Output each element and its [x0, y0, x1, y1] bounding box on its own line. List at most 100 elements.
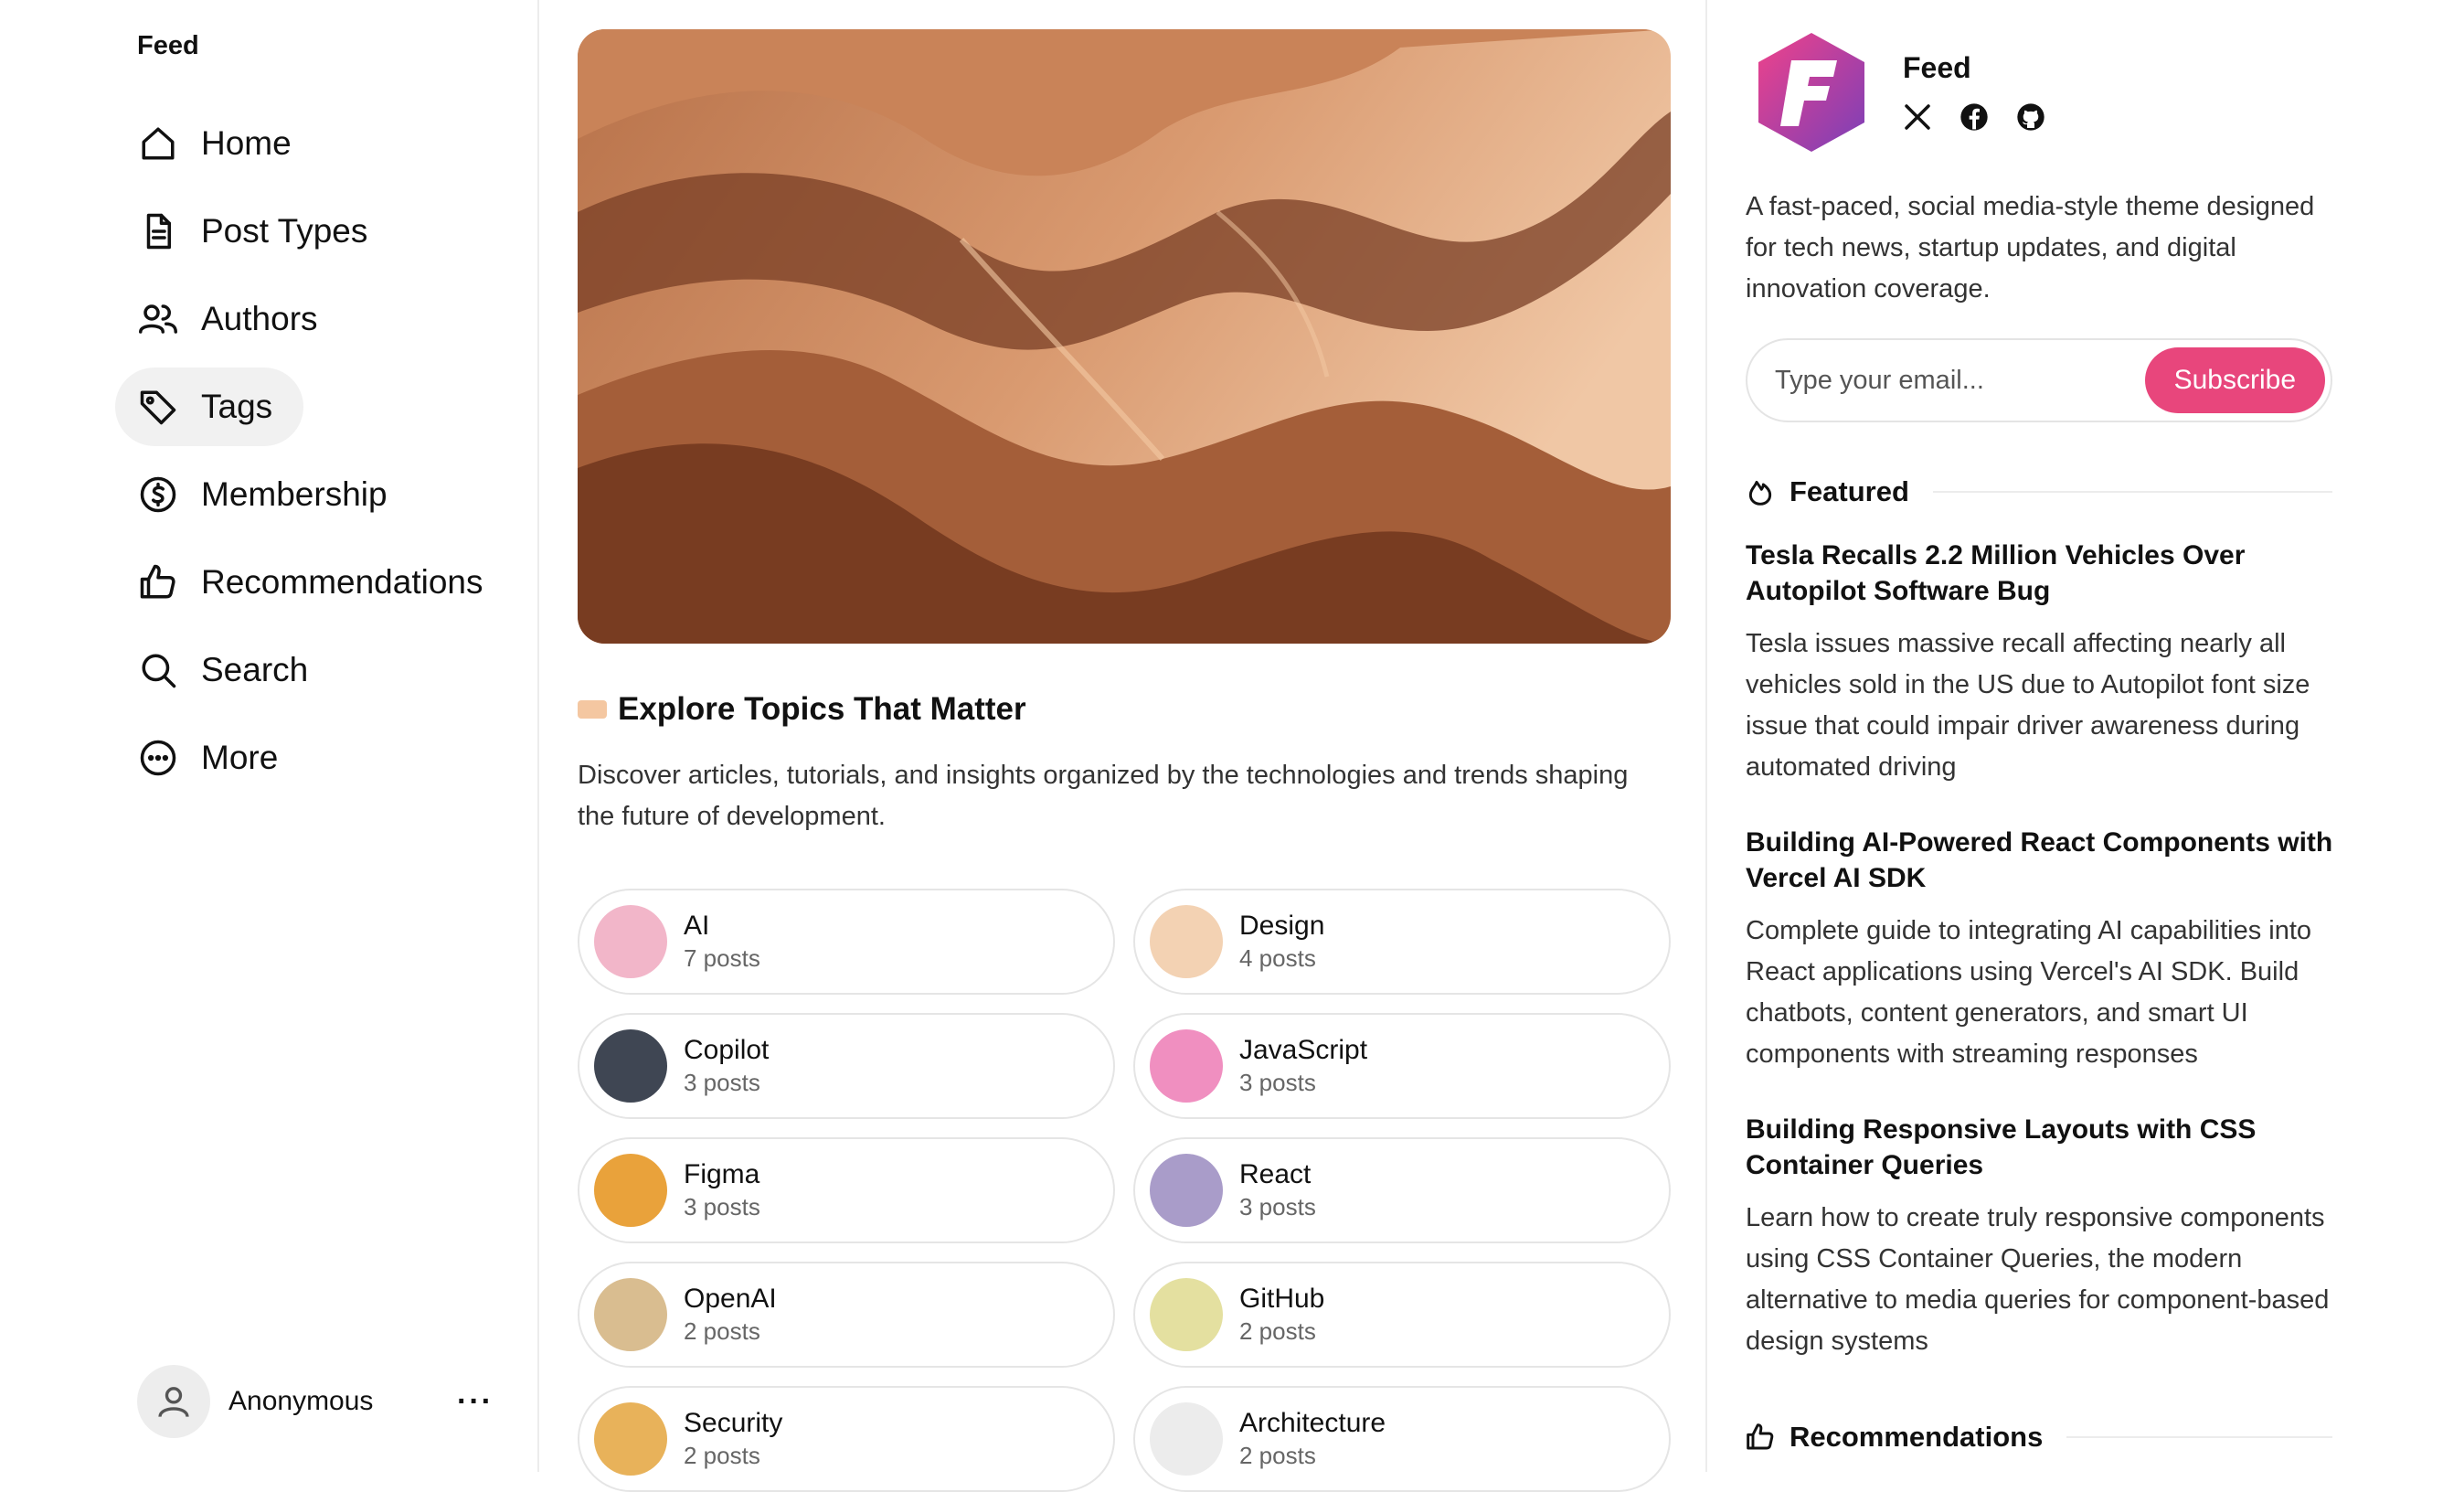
tag-card-openai[interactable]: OpenAI 2 posts [578, 1262, 1115, 1368]
recommendations-header: Recommendations [1746, 1421, 2332, 1454]
tag-card-design[interactable]: Design 4 posts [1133, 889, 1671, 995]
tag-name: GitHub [1239, 1284, 1325, 1314]
nav-item-recommendations[interactable]: Recommendations [115, 543, 514, 622]
section-title-text: Explore Topics That Matter [618, 691, 1026, 727]
post-title[interactable]: Building AI-Powered React Components wit… [1746, 825, 2340, 896]
thumbs-up-icon [137, 561, 179, 603]
nav-item-tags[interactable]: Tags [115, 368, 304, 446]
tag-thumbnail [1150, 1029, 1223, 1103]
tag-card-github[interactable]: GitHub 2 posts [1133, 1262, 1671, 1368]
tag-card-react[interactable]: React 3 posts [1133, 1137, 1671, 1243]
tag-thumbnail [1150, 1402, 1223, 1476]
tag-name: AI [684, 911, 710, 941]
social-links [1901, 101, 2047, 133]
site-description: A fast-paced, social media-style theme d… [1746, 192, 2315, 304]
tag-thumbnail [1150, 1154, 1223, 1227]
post-title[interactable]: Building Responsive Layouts with CSS Con… [1746, 1112, 2340, 1183]
nav-item-post-types[interactable]: Post Types [115, 192, 398, 271]
tag-thumbnail [594, 1154, 667, 1227]
tag-name: Copilot [684, 1035, 770, 1065]
nav-label: Authors [201, 300, 318, 337]
featured-post[interactable]: Tesla Recalls 2.2 Million Vehicles Over … [1746, 538, 2340, 788]
subscribe-button[interactable]: Subscribe [2144, 347, 2325, 413]
tag-name: OpenAI [684, 1284, 777, 1314]
tag-thumbnail [594, 905, 667, 978]
facebook-icon[interactable] [1958, 101, 1991, 133]
nav-item-home[interactable]: Home [115, 104, 323, 183]
tag-thumbnail [594, 1402, 667, 1476]
github-icon[interactable] [2014, 101, 2047, 133]
featured-post[interactable]: Building AI-Powered React Components wit… [1746, 825, 2340, 1075]
tag-count: 3 posts [684, 1193, 760, 1220]
tag-card-javascript[interactable]: JavaScript 3 posts [1133, 1013, 1671, 1119]
tag-emoji-icon [578, 700, 607, 719]
section-title: Explore Topics That Matter [578, 691, 1026, 728]
tag-count: 3 posts [1239, 1193, 1316, 1220]
tag-card-security[interactable]: Security 2 posts [578, 1386, 1115, 1492]
tag-thumbnail [594, 1029, 667, 1103]
post-excerpt: Tesla issues massive recall affecting ne… [1746, 629, 2310, 782]
featured-header: Featured [1746, 475, 2332, 508]
tag-count: 4 posts [1239, 944, 1316, 972]
nav-label: Tags [201, 388, 273, 425]
recommendations-label: Recommendations [1790, 1421, 2044, 1453]
tag-name: Figma [684, 1159, 760, 1189]
nav-item-search[interactable]: Search [115, 631, 339, 709]
nav-item-membership[interactable]: Membership [115, 455, 419, 534]
email-input[interactable] [1773, 364, 2145, 397]
users-icon [137, 298, 179, 340]
flame-icon [1748, 480, 1772, 506]
post-excerpt: Learn how to create truly responsive com… [1746, 1203, 2330, 1356]
user-profile[interactable]: Anonymous ··· [137, 1364, 494, 1439]
home-icon [137, 123, 179, 165]
avatar [137, 1365, 210, 1438]
post-title[interactable]: Tesla Recalls 2.2 Million Vehicles Over … [1746, 538, 2340, 609]
tag-count: 3 posts [684, 1069, 760, 1096]
tag-card-architecture[interactable]: Architecture 2 posts [1133, 1386, 1671, 1492]
nav-label: Recommendations [201, 563, 483, 601]
thumbs-up-icon [1747, 1423, 1774, 1450]
tag-count: 2 posts [1239, 1442, 1316, 1469]
dollar-circle-icon [137, 474, 179, 516]
left-sidebar: Feed Home Post Types Authors Tags Member… [0, 0, 539, 1472]
tag-card-ai[interactable]: AI 7 posts [578, 889, 1115, 995]
nav-label: Membership [201, 475, 388, 513]
tag-count: 2 posts [1239, 1317, 1316, 1345]
search-icon [137, 649, 179, 691]
tag-name: Security [684, 1408, 783, 1438]
nav-label: Search [201, 651, 309, 688]
right-sidebar: Feed A fast-paced, social media-style th… [1707, 0, 2464, 1472]
site-logo[interactable] [1753, 31, 1870, 154]
nav-item-more[interactable]: More [115, 719, 309, 797]
tag-name: JavaScript [1239, 1035, 1368, 1065]
featured-post[interactable]: Building Responsive Layouts with CSS Con… [1746, 1112, 2340, 1362]
tag-thumbnail [1150, 905, 1223, 978]
user-menu-button[interactable]: ··· [457, 1384, 494, 1420]
hero-image [578, 29, 1671, 644]
tag-count: 2 posts [684, 1442, 760, 1469]
document-icon [137, 210, 179, 252]
divider [1932, 491, 2332, 493]
tag-name: Design [1239, 911, 1325, 941]
nav-label: Post Types [201, 212, 368, 250]
brand-title[interactable]: Feed [137, 31, 199, 61]
user-icon [158, 1387, 189, 1418]
subscribe-form: Subscribe [1746, 338, 2332, 422]
nav-label: More [201, 739, 279, 776]
x-icon[interactable] [1901, 101, 1934, 133]
section-description: Discover articles, tutorials, and insigh… [578, 761, 1629, 831]
tag-count: 2 posts [684, 1317, 760, 1345]
tag-card-copilot[interactable]: Copilot 3 posts [578, 1013, 1115, 1119]
site-name: Feed [1903, 51, 1971, 84]
tag-name: Architecture [1239, 1408, 1386, 1438]
nav-label: Home [201, 124, 292, 162]
tag-card-figma[interactable]: Figma 3 posts [578, 1137, 1115, 1243]
nav-item-authors[interactable]: Authors [115, 280, 349, 358]
main-content: Explore Topics That Matter Discover arti… [539, 0, 1707, 1492]
tag-count: 3 posts [1239, 1069, 1316, 1096]
tag-thumbnail [594, 1278, 667, 1351]
post-excerpt: Complete guide to integrating AI capabil… [1746, 916, 2312, 1069]
divider [2066, 1436, 2332, 1438]
user-name: Anonymous [228, 1386, 374, 1416]
tag-count: 7 posts [684, 944, 760, 972]
